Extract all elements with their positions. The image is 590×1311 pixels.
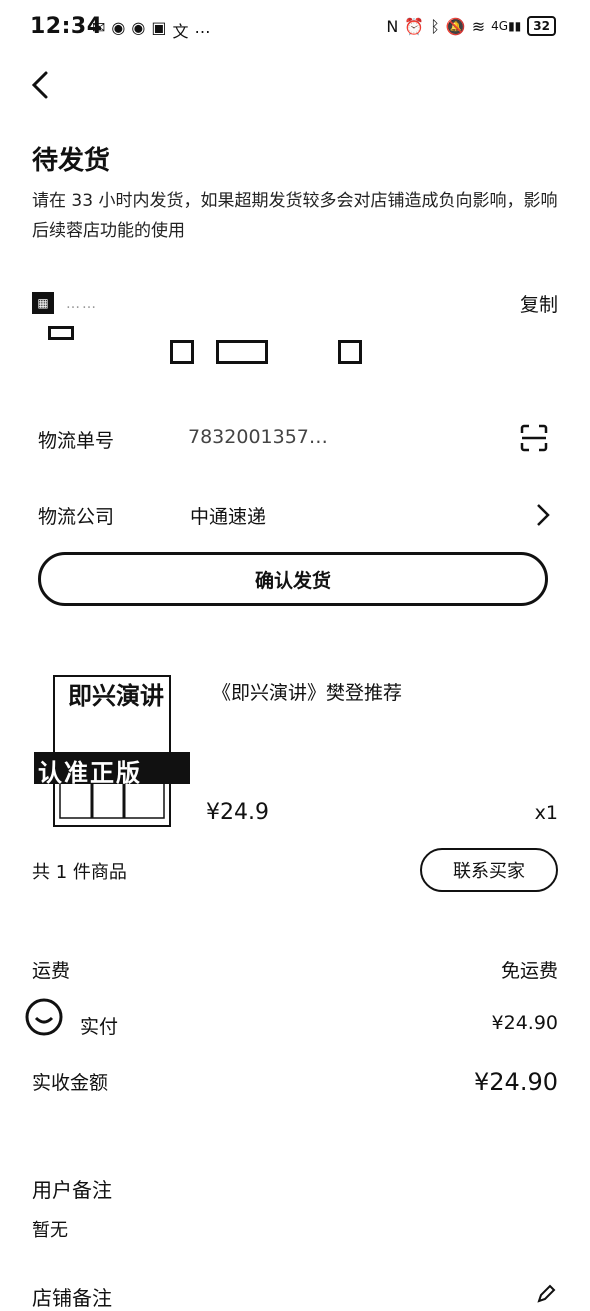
message-icon: ✉ (92, 18, 106, 37)
shop-notes-label: 店铺备注 (32, 1286, 112, 1310)
address-icon: ▦ (32, 292, 54, 314)
redaction-box (338, 340, 362, 364)
tracking-number[interactable]: 7832001357… (188, 426, 328, 448)
bluetooth-icon: ᛒ (430, 16, 440, 36)
confirm-shipment-button[interactable]: 确认发货 (38, 552, 548, 606)
scan-icon[interactable] (520, 424, 548, 452)
company-label: 物流公司 (38, 506, 115, 528)
edit-icon[interactable] (536, 1284, 556, 1304)
item-count: 共 1 件商品 (32, 862, 127, 883)
company-value[interactable]: 中通速递 (190, 502, 266, 529)
shipping-value: 免运费 (500, 960, 558, 982)
status-bar: 12:34 ✉ ◉ ◉ ▣ 文 … N ⏰ ᛒ 🔕 ≋ 4G▮▮ 32 (0, 0, 590, 60)
back-icon[interactable] (26, 70, 56, 100)
received-row: 实收金额 ¥24.90 (32, 1068, 558, 1096)
alarm-icon: ⏰ (404, 16, 425, 36)
redaction-box (48, 326, 74, 340)
page-title: 待发货 (32, 146, 111, 176)
battery-icon: 32 (527, 16, 556, 36)
shipping-label: 运费 (32, 960, 71, 982)
user-notes-value: 暂无 (32, 1220, 68, 1241)
book-title-text: 即兴演讲 (68, 682, 164, 710)
mute-icon: 🔕 (445, 16, 466, 36)
more-icon: … (194, 18, 211, 37)
tracking-label: 物流单号 (38, 430, 115, 452)
authentic-badge: 认准正版 (38, 759, 142, 787)
nfc-icon: N (386, 16, 399, 36)
shipping-deadline-notice: 请在 33 小时内发货，如果超期发货较多会对店铺造成负向影响，影响后续蓉店功能的… (32, 191, 558, 241)
copy-button[interactable]: 复制 (520, 290, 558, 317)
address-text: …… (66, 296, 98, 312)
wifi-icon: ≋ (471, 16, 486, 36)
paid-value: ¥24.90 (491, 1012, 558, 1034)
notification-icons: ✉ ◉ ◉ ▣ 文 … (92, 18, 210, 42)
product-quantity: x1 (534, 802, 558, 824)
chevron-right-icon[interactable] (532, 502, 552, 528)
customer-service-icon[interactable] (24, 998, 64, 1038)
translate-icon: 文 (172, 22, 189, 41)
wechat-icon-2: ◉ (131, 18, 146, 37)
signal-icon: 4G▮▮ (491, 19, 522, 33)
redaction-box (170, 340, 194, 364)
product-image[interactable]: 即兴演讲 认准正版 (32, 668, 192, 828)
received-value: ¥24.90 (474, 1068, 558, 1096)
contact-buyer-button[interactable]: 联系买家 (420, 848, 558, 892)
received-label: 实收金额 (32, 1072, 109, 1094)
redaction-box (216, 340, 268, 364)
user-notes-label: 用户备注 (32, 1178, 112, 1202)
system-icons: N ⏰ ᛒ 🔕 ≋ 4G▮▮ 32 (386, 16, 556, 36)
paid-row: 实付 ¥24.90 (80, 1012, 558, 1039)
shipping-row: 运费 免运费 (32, 956, 558, 983)
app-icon: ▣ (151, 18, 167, 37)
wechat-icon: ◉ (111, 18, 126, 37)
product-price: ¥24.9 (206, 800, 269, 825)
product-title[interactable]: 《即兴演讲》樊登推荐 (212, 678, 402, 705)
paid-label: 实付 (80, 1016, 119, 1038)
